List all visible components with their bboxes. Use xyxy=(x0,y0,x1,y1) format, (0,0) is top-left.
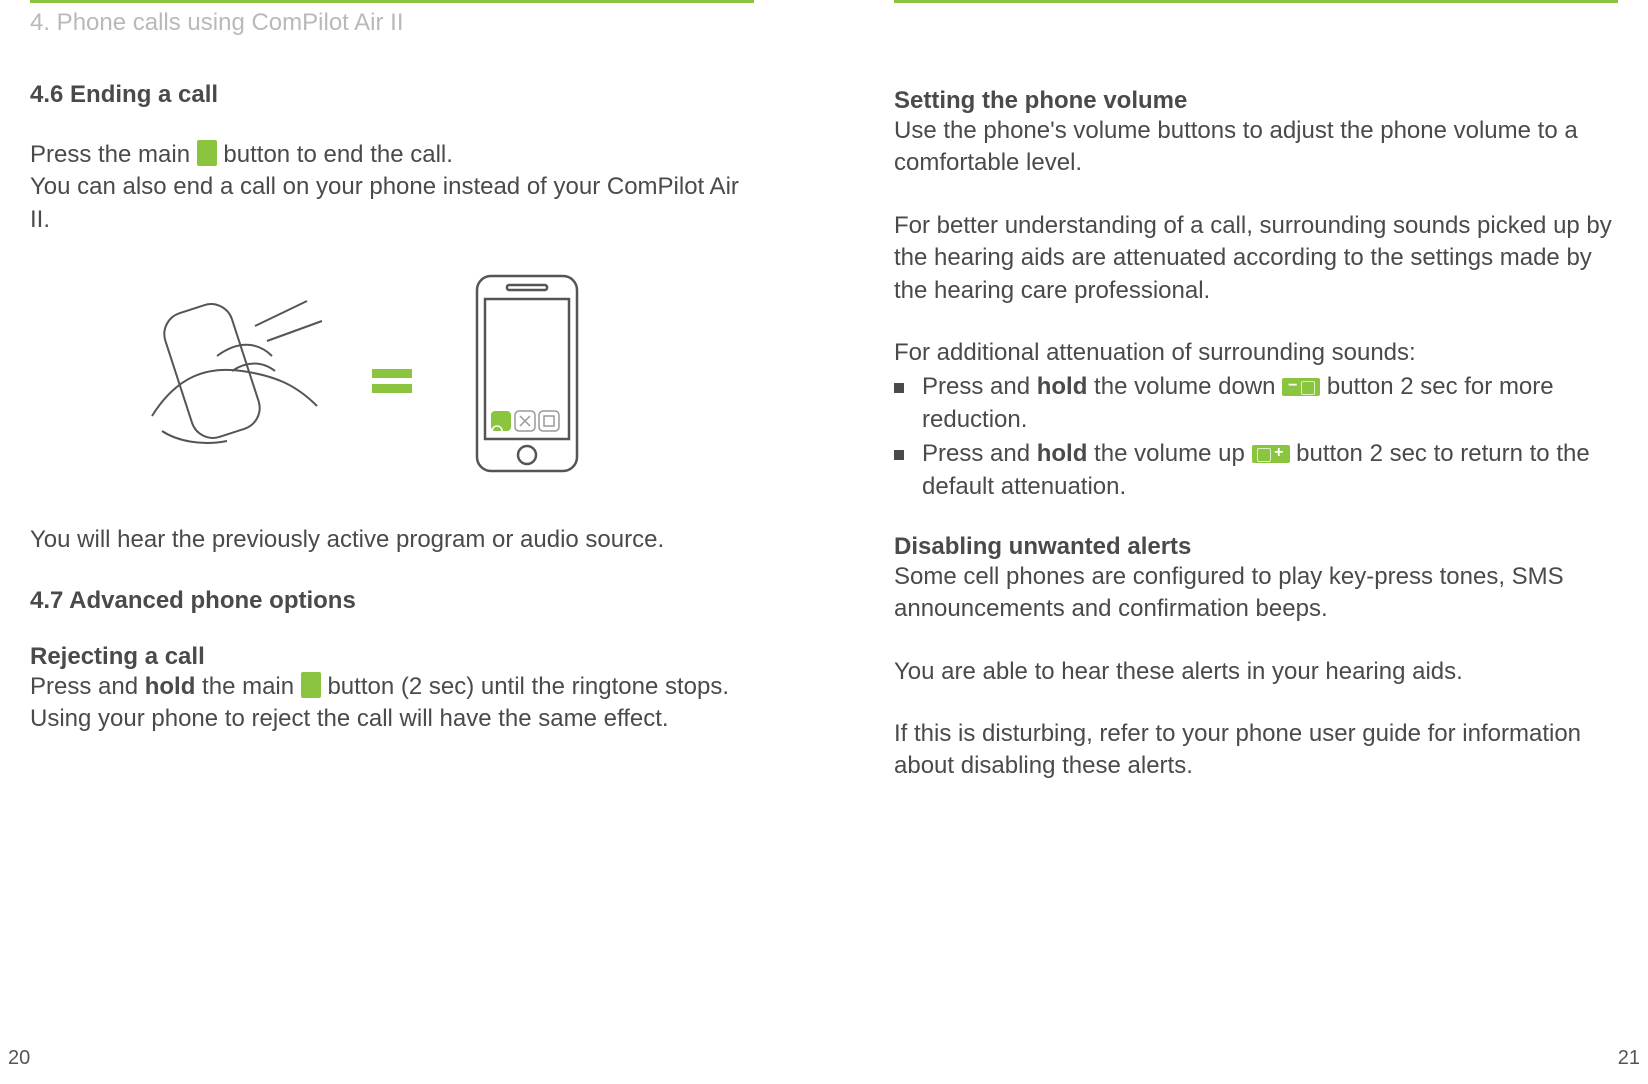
illustration-end-call xyxy=(177,266,607,496)
page-right: Setting the phone volume Use the phone's… xyxy=(824,0,1648,1084)
main-button-icon xyxy=(197,140,217,166)
text: Press the main xyxy=(30,141,197,168)
subheading-volume: Setting the phone volume xyxy=(894,87,1618,115)
spacer xyxy=(894,9,1618,87)
top-rule xyxy=(894,0,1618,3)
smartphone-drawing xyxy=(467,271,587,486)
text: the volume down xyxy=(1087,373,1282,400)
para-volume-2: For better understanding of a call, surr… xyxy=(894,210,1618,307)
subheading-rejecting: Rejecting a call xyxy=(30,643,754,671)
page-number-left: 20 xyxy=(8,1047,30,1070)
subheading-alerts: Disabling unwanted alerts xyxy=(894,533,1618,561)
volume-up-icon: + xyxy=(1252,445,1290,463)
para-end-call-1: Press the main button to end the call. xyxy=(30,139,754,171)
para-previous-source: You will hear the previously active prog… xyxy=(30,524,754,556)
text: the main xyxy=(195,673,300,700)
text: Press and xyxy=(922,440,1037,467)
para-alerts-1: Some cell phones are configured to play … xyxy=(894,561,1618,626)
text: button to end the call. xyxy=(223,141,453,168)
chapter-title: 4. Phone calls using ComPilot Air II xyxy=(30,9,754,37)
section-4-7-title: 4.7 Advanced phone options xyxy=(30,587,754,615)
equals-icon xyxy=(372,363,412,399)
page-number-right: 21 xyxy=(1618,1047,1640,1070)
para-end-call-2: You can also end a call on your phone in… xyxy=(30,171,754,236)
text-hold: hold xyxy=(1037,373,1088,400)
main-button-icon xyxy=(301,672,321,698)
page-left: 4. Phone calls using ComPilot Air II 4.6… xyxy=(0,0,824,1084)
text-hold: hold xyxy=(1037,440,1088,467)
list-item: Press and hold the volume down − button … xyxy=(894,371,1618,436)
text: Press and xyxy=(30,673,145,700)
para-reject: Press and hold the main button (2 sec) u… xyxy=(30,671,754,736)
text: Press and xyxy=(922,373,1037,400)
section-4-6-title: 4.6 Ending a call xyxy=(30,81,754,109)
top-rule xyxy=(30,0,754,3)
volume-down-icon: − xyxy=(1282,378,1320,396)
list-item: Press and hold the volume up + button 2 … xyxy=(894,438,1618,503)
para-alerts-2: You are able to hear these alerts in you… xyxy=(894,656,1618,688)
attenuation-list: Press and hold the volume down − button … xyxy=(894,371,1618,503)
para-alerts-3: If this is disturbing, refer to your pho… xyxy=(894,718,1618,783)
para-volume-1: Use the phone's volume buttons to adjust… xyxy=(894,115,1618,180)
text: the volume up xyxy=(1087,440,1251,467)
para-volume-3: For additional attenuation of surroundin… xyxy=(894,337,1618,369)
text-hold: hold xyxy=(145,673,196,700)
hand-device-drawing xyxy=(147,266,377,491)
